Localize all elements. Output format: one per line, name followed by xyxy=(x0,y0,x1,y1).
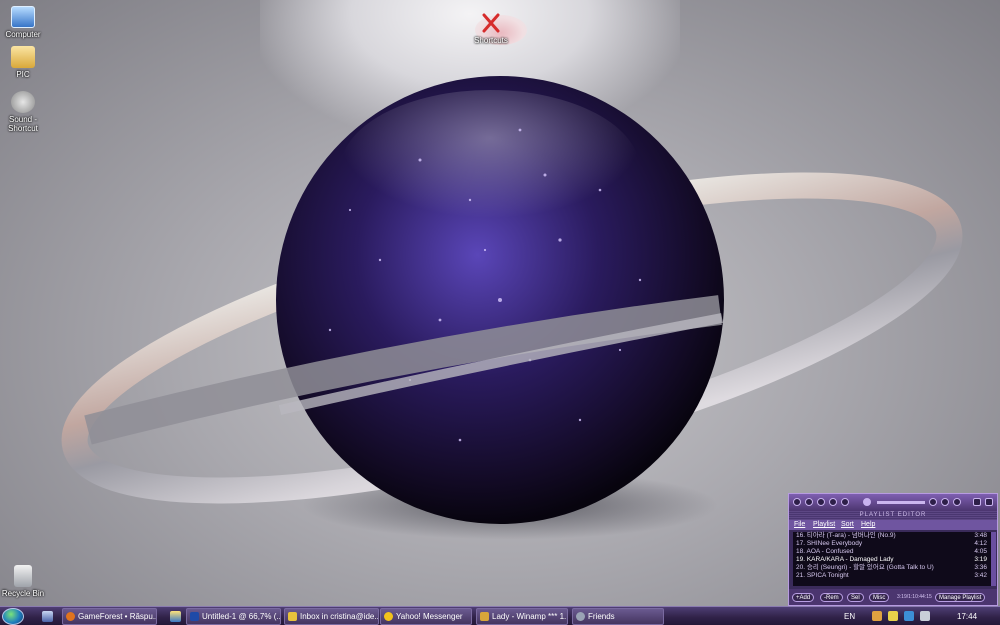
winamp-controls-bar xyxy=(789,494,997,511)
taskbar-item-photoshop[interactable]: Untitled-1 @ 66,7% (... xyxy=(186,608,281,625)
list-item[interactable]: 17. SHINee Everybody 4:12 xyxy=(793,540,991,548)
speaker-icon xyxy=(11,91,35,113)
winamp-bottom-bar: +Add -Rem Sel Misc 3:19/1:10:44:15 Manag… xyxy=(789,589,997,605)
track-title: 17. SHINee Everybody xyxy=(796,540,863,547)
desktop-icon-recycle-bin[interactable]: Recycle Bin xyxy=(0,565,46,598)
list-item[interactable]: 20. 승리 (Seungri) - 할말 있어요 (Gotta Talk to… xyxy=(793,564,991,572)
track-title: 18. AOA - Confused xyxy=(796,548,854,555)
desktop-icon-label: Recycle Bin xyxy=(1,589,45,598)
taskbar-item-label: GameForest • Răspu... xyxy=(78,612,157,621)
mail-icon xyxy=(288,612,297,621)
shortcuts-icon xyxy=(479,12,503,34)
winamp-track-list[interactable]: 16. 티아라 (T-ara) - 넘버나인 (No.9) 3:48 17. SH… xyxy=(793,532,991,586)
winamp-volume-button[interactable] xyxy=(953,498,961,506)
folder-icon xyxy=(11,46,35,68)
track-title: 16. 티아라 (T-ara) - 넘버나인 (No.9) xyxy=(796,532,896,539)
language-indicator[interactable]: EN xyxy=(844,609,855,624)
winamp-close-button[interactable] xyxy=(985,498,993,506)
taskbar-item-yahoo-messenger[interactable]: Yahoo! Messenger xyxy=(380,608,472,625)
track-duration: 3:48 xyxy=(974,532,987,539)
taskbar-item-label: Friends xyxy=(588,612,615,621)
winamp-play-button[interactable] xyxy=(805,498,813,506)
winamp-menu-file[interactable]: File xyxy=(794,520,805,530)
volume-icon[interactable] xyxy=(920,611,930,621)
winamp-menu-sort[interactable]: Sort xyxy=(841,520,854,530)
track-title: 19. KARA/KARA - Damaged Lady xyxy=(796,556,894,563)
photoshop-icon xyxy=(190,612,199,621)
winamp-playlist-window[interactable]: PLAYLIST EDITOR File Playlist Sort Help … xyxy=(788,493,998,606)
desktop-icon-computer[interactable]: Computer xyxy=(0,6,46,39)
security-shield-icon[interactable] xyxy=(888,611,898,621)
winamp-repeat-button[interactable] xyxy=(941,498,949,506)
track-title: 20. 승리 (Seungri) - 할말 있어요 (Gotta Talk to… xyxy=(796,564,934,571)
yahoo-messenger-icon xyxy=(384,612,393,621)
winamp-minimize-button[interactable] xyxy=(973,498,981,506)
track-duration: 3:36 xyxy=(974,564,987,571)
winamp-misc-button[interactable]: Misc xyxy=(869,593,890,602)
track-duration: 3:42 xyxy=(974,572,987,579)
winamp-stop-button[interactable] xyxy=(829,498,837,506)
winamp-next-button[interactable] xyxy=(841,498,849,506)
clock[interactable]: 17:44 xyxy=(957,609,977,624)
winamp-menu-bar: File Playlist Sort Help xyxy=(789,520,997,530)
winamp-time-display: 3:19/1:10:44:15 xyxy=(897,594,932,600)
taskbar-item-label: Untitled-1 @ 66,7% (... xyxy=(202,612,281,621)
network-icon[interactable] xyxy=(904,611,914,621)
firefox-icon xyxy=(66,612,75,621)
list-item[interactable]: 16. 티아라 (T-ara) - 넘버나인 (No.9) 3:48 xyxy=(793,532,991,540)
computer-icon xyxy=(11,6,35,28)
desktop-icon-label: PIC xyxy=(16,70,30,79)
list-item-current[interactable]: 19. KARA/KARA - Damaged Lady 3:19 xyxy=(793,556,991,564)
taskbar-item-label: Inbox in cristina@ide... xyxy=(300,612,379,621)
track-duration: 3:19 xyxy=(974,556,987,563)
winamp-remove-button[interactable]: -Rem xyxy=(820,593,843,602)
switch-windows-icon[interactable] xyxy=(170,611,181,622)
track-title: 21. SPICA Tonight xyxy=(796,572,849,579)
winamp-playlist-title: PLAYLIST EDITOR xyxy=(789,511,997,520)
taskbar-item-label: Lady - Winamp *** 1... xyxy=(492,612,568,621)
track-duration: 4:05 xyxy=(974,548,987,555)
winamp-shuffle-button[interactable] xyxy=(929,498,937,506)
winamp-seek-slider[interactable] xyxy=(877,501,925,504)
start-button[interactable] xyxy=(2,608,24,625)
winamp-select-button[interactable]: Sel xyxy=(847,593,864,602)
taskbar: GameForest • Răspu... Untitled-1 @ 66,7%… xyxy=(0,606,1000,625)
desktop-icon-pic[interactable]: PIC xyxy=(0,46,46,79)
list-item[interactable]: 18. AOA - Confused 4:05 xyxy=(793,548,991,556)
winamp-manage-playlist-button[interactable]: Manage Playlist xyxy=(935,593,986,602)
winamp-scrollbar[interactable] xyxy=(991,532,996,586)
desktop-icon-label: Sound - Shortcut xyxy=(8,115,38,133)
desktop-icon-label: Shortcuts xyxy=(474,36,508,45)
desktop-icon-label: Computer xyxy=(5,30,41,39)
winamp-icon xyxy=(480,612,489,621)
track-duration: 4:12 xyxy=(974,540,987,547)
recycle-bin-icon xyxy=(14,565,32,587)
show-desktop-icon[interactable] xyxy=(42,611,53,622)
list-item[interactable]: 21. SPICA Tonight 3:42 xyxy=(793,572,991,580)
winamp-menu-playlist[interactable]: Playlist xyxy=(813,520,835,530)
taskbar-item-inbox[interactable]: Inbox in cristina@ide... xyxy=(284,608,379,625)
tray-app-icon[interactable] xyxy=(872,611,882,621)
desktop-icon-sound-shortcut[interactable]: Sound - Shortcut xyxy=(0,91,46,133)
winamp-add-button[interactable]: +Add xyxy=(792,593,815,602)
winamp-pause-button[interactable] xyxy=(817,498,825,506)
taskbar-item-gameforest[interactable]: GameForest • Răspu... xyxy=(62,608,157,625)
desktop-icon-shortcuts[interactable]: Shortcuts xyxy=(468,12,514,45)
winamp-eject-button[interactable] xyxy=(863,498,871,506)
taskbar-item-friends[interactable]: Friends xyxy=(572,608,664,625)
winamp-menu-help[interactable]: Help xyxy=(861,520,875,530)
taskbar-item-winamp[interactable]: Lady - Winamp *** 1... xyxy=(476,608,568,625)
winamp-previous-button[interactable] xyxy=(793,498,801,506)
steam-icon xyxy=(576,612,585,621)
taskbar-item-label: Yahoo! Messenger xyxy=(396,612,463,621)
